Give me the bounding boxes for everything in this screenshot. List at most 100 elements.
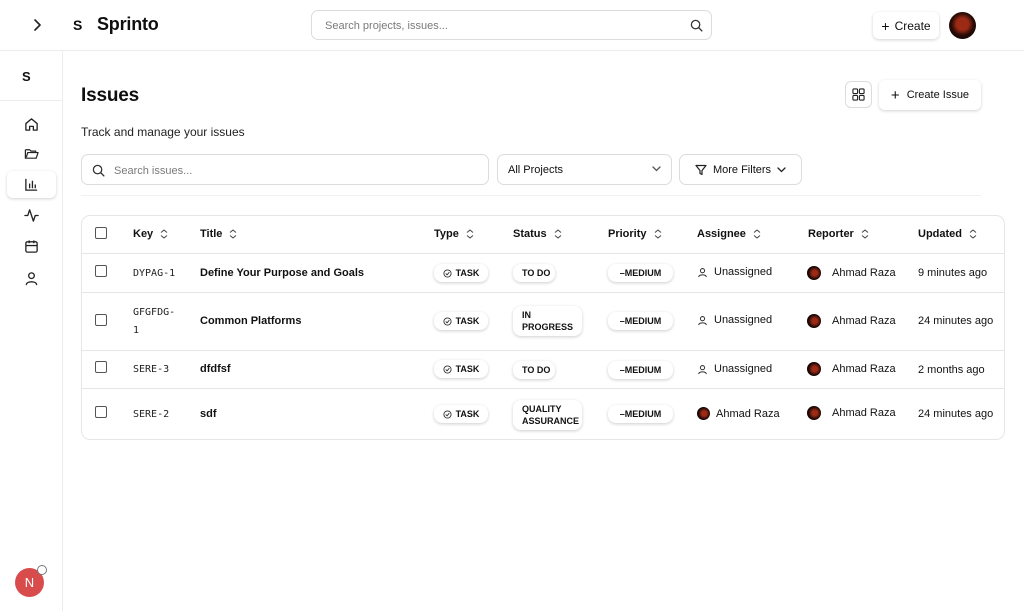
sort-icon bbox=[230, 229, 237, 239]
type-label: TASK bbox=[455, 364, 480, 374]
col-key[interactable]: Key bbox=[133, 228, 168, 240]
create-issue-button[interactable]: + Create Issue bbox=[879, 80, 981, 110]
issue-search[interactable] bbox=[81, 154, 489, 185]
status-label-line1: QUALITY bbox=[522, 404, 562, 414]
updated-time: 2 months ago bbox=[918, 364, 985, 376]
col-title-label: Title bbox=[200, 228, 223, 240]
sidebar-item-reports[interactable] bbox=[7, 171, 56, 198]
workspace-letter[interactable]: S bbox=[22, 69, 31, 84]
search-icon bbox=[92, 164, 105, 177]
col-title[interactable]: Title bbox=[200, 228, 237, 240]
row-checkbox[interactable] bbox=[95, 406, 107, 418]
table-row[interactable]: DYPAG-1 Define Your Purpose and Goals TA… bbox=[82, 254, 1004, 293]
brand-name[interactable]: Sprinto bbox=[97, 14, 159, 35]
assignee-name: Ahmad Raza bbox=[716, 407, 780, 420]
col-assignee[interactable]: Assignee bbox=[697, 228, 761, 240]
assignee-cell[interactable]: Unassigned bbox=[697, 363, 772, 375]
updated-time: 24 minutes ago bbox=[918, 315, 994, 327]
issue-title[interactable]: Common Platforms bbox=[200, 315, 301, 327]
create-button[interactable]: + Create bbox=[873, 12, 939, 39]
sort-icon bbox=[753, 229, 761, 239]
user-avatar[interactable] bbox=[949, 12, 976, 39]
sidebar: S N bbox=[0, 51, 63, 611]
reporter-name[interactable]: Ahmad Raza bbox=[832, 315, 896, 327]
col-status-label: Status bbox=[513, 228, 547, 240]
row-checkbox[interactable] bbox=[95, 361, 107, 373]
select-all-checkbox[interactable] bbox=[95, 227, 107, 239]
task-circle-icon bbox=[443, 409, 452, 419]
assignee-name: Unassigned bbox=[714, 363, 773, 375]
user-icon bbox=[25, 272, 38, 286]
col-status[interactable]: Status bbox=[513, 228, 562, 240]
priority-label: MEDIUM bbox=[624, 365, 662, 375]
filter-icon bbox=[695, 164, 707, 175]
assignee-name: Unassigned bbox=[714, 314, 773, 326]
sort-icon bbox=[160, 229, 168, 239]
issue-key[interactable]: SERE-3 bbox=[133, 361, 169, 379]
reporter-name[interactable]: Ahmad Raza bbox=[832, 407, 896, 419]
issue-key-line1: GFGFDG- bbox=[133, 307, 176, 318]
create-issue-label: Create Issue bbox=[906, 89, 970, 101]
chevron-right-icon[interactable] bbox=[28, 16, 46, 34]
chevron-down-icon bbox=[777, 166, 786, 172]
sidebar-item-users[interactable] bbox=[19, 266, 44, 291]
priority-label: MEDIUM bbox=[624, 268, 662, 278]
issue-title[interactable]: dfdfsf bbox=[200, 363, 231, 375]
home-icon bbox=[25, 118, 38, 131]
activity-icon bbox=[24, 209, 39, 222]
sidebar-item-home[interactable] bbox=[19, 112, 44, 137]
sidebar-item-activity[interactable] bbox=[19, 203, 44, 228]
logo-letter: S bbox=[73, 17, 83, 33]
issue-key[interactable]: GFGFDG- 1 bbox=[133, 304, 175, 340]
issue-key[interactable]: SERE-2 bbox=[133, 406, 169, 424]
updated-time: 9 minutes ago bbox=[918, 267, 988, 279]
user-icon bbox=[698, 315, 707, 325]
task-circle-icon bbox=[443, 316, 452, 326]
sidebar-item-calendar[interactable] bbox=[19, 234, 44, 259]
status-label: TO DO bbox=[522, 268, 551, 278]
priority-badge: – MEDIUM bbox=[608, 361, 673, 379]
project-select[interactable]: All Projects bbox=[497, 154, 672, 185]
col-type-label: Type bbox=[434, 228, 459, 240]
page-title: Issues bbox=[81, 85, 139, 106]
col-key-label: Key bbox=[133, 228, 154, 240]
table-row[interactable]: SERE-2 sdf TASK QUALITY ASSURANCE – MEDIU… bbox=[82, 389, 1004, 439]
notification-avatar[interactable]: N bbox=[15, 565, 47, 597]
status-label: TO DO bbox=[522, 365, 551, 375]
type-badge: TASK bbox=[434, 360, 488, 378]
row-checkbox[interactable] bbox=[95, 314, 107, 326]
issue-title[interactable]: sdf bbox=[200, 408, 217, 420]
col-type[interactable]: Type bbox=[434, 228, 474, 240]
table-row[interactable]: GFGFDG- 1 Common Platforms TASK IN PROGR… bbox=[82, 293, 1004, 351]
sort-icon bbox=[969, 229, 977, 239]
task-circle-icon bbox=[443, 268, 452, 278]
issue-search-input[interactable] bbox=[114, 162, 474, 179]
grid-view-button[interactable] bbox=[845, 81, 872, 108]
issue-title[interactable]: Define Your Purpose and Goals bbox=[200, 267, 364, 279]
global-search-input[interactable] bbox=[325, 17, 685, 35]
col-reporter[interactable]: Reporter bbox=[808, 228, 869, 240]
reporter-name[interactable]: Ahmad Raza bbox=[832, 267, 896, 279]
task-circle-icon bbox=[443, 364, 452, 374]
assignee-cell[interactable]: Unassigned bbox=[697, 314, 772, 326]
priority-badge: – MEDIUM bbox=[608, 405, 673, 423]
status-label-line2: ASSURANCE bbox=[522, 416, 580, 426]
reporter-name[interactable]: Ahmad Raza bbox=[832, 363, 896, 375]
more-filters-button[interactable]: More Filters bbox=[679, 154, 802, 185]
col-updated-label: Updated bbox=[918, 228, 962, 240]
col-updated[interactable]: Updated bbox=[918, 228, 977, 240]
sort-icon bbox=[861, 229, 869, 239]
row-checkbox[interactable] bbox=[95, 265, 107, 277]
issue-key[interactable]: DYPAG-1 bbox=[133, 265, 175, 283]
assignee-cell[interactable]: Ahmad Raza bbox=[697, 407, 780, 420]
type-badge: TASK bbox=[434, 405, 488, 423]
col-priority[interactable]: Priority bbox=[608, 228, 662, 240]
status-dot bbox=[37, 565, 47, 575]
assignee-cell[interactable]: Unassigned bbox=[697, 266, 772, 278]
project-select-value: All Projects bbox=[508, 164, 564, 176]
page-subtitle: Track and manage your issues bbox=[81, 125, 245, 139]
sidebar-item-projects[interactable] bbox=[19, 141, 44, 166]
global-search[interactable] bbox=[311, 10, 712, 40]
table-row[interactable]: SERE-3 dfdfsf TASK TO DO – MEDIUM Unassig… bbox=[82, 351, 1004, 389]
status-badge: TO DO bbox=[513, 264, 555, 282]
